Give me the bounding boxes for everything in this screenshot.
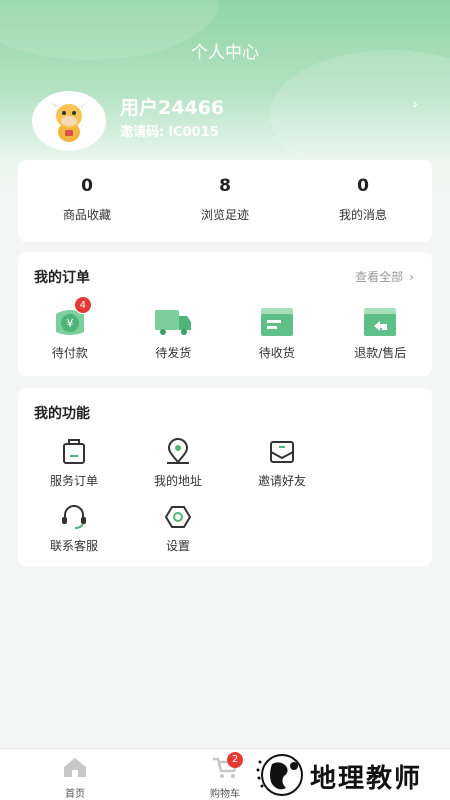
stat-value: 0 [81, 176, 93, 196]
func-service-orders[interactable]: 服务订单 [26, 438, 122, 489]
package-icon [257, 304, 297, 338]
stat-messages[interactable]: 0 我的消息 [294, 160, 432, 242]
avatar[interactable] [32, 91, 106, 151]
func-label: 设置 [165, 539, 190, 553]
func-settings[interactable]: 设置 [130, 503, 226, 554]
func-customer-service[interactable]: 联系客服 [26, 503, 122, 554]
stat-label: 浏览足迹 [200, 208, 249, 222]
order-label: 待收货 [258, 346, 295, 360]
truck-icon [153, 304, 193, 338]
functions-card: 我的功能 服务订单 我的地址 邀请好友 联系客服 设置 [18, 388, 432, 566]
order-pending-receipt[interactable]: 待收货 [225, 304, 329, 361]
stat-label: 我的消息 [338, 208, 387, 222]
tab-cart[interactable]: 2 购物车 [195, 752, 255, 800]
order-pending-payment[interactable]: ¥ 4 待付款 [18, 296, 122, 361]
svg-text:¥: ¥ [66, 317, 73, 330]
page-title: 个人中心 [191, 43, 259, 63]
home-icon [64, 758, 86, 777]
tab-home[interactable]: 首页 [45, 755, 105, 800]
invite-code-value: IC0015 [168, 125, 219, 140]
cart-badge: 2 [227, 752, 243, 768]
invite-code-row: 邀请码: IC0015 [120, 121, 219, 140]
stat-label: 商品收藏 [62, 208, 111, 222]
order-label: 退款/售后 [354, 346, 407, 360]
chevron-right-icon: › [409, 270, 414, 284]
location-icon [163, 438, 193, 466]
watermark-text: 地理教师 [310, 764, 423, 794]
see-all-orders-link[interactable]: 查看全部 › [355, 268, 414, 285]
stat-favorites[interactable]: 0 商品收藏 [18, 160, 156, 242]
username: 用户24466 [120, 97, 225, 119]
settings-icon [163, 503, 193, 531]
cow-mascot-icon [50, 102, 88, 142]
stat-value: 0 [357, 176, 369, 196]
pending-payment-badge: 4 [73, 296, 92, 314]
functions-title: 我的功能 [34, 406, 90, 422]
watermark: 地理教师 [250, 752, 450, 798]
orders-card: 我的订单 查看全部 › ¥ 4 待付款 待发货 待收货 退款/售后 [18, 252, 432, 376]
order-refund[interactable]: 退款/售后 [329, 304, 433, 361]
stats-card: 0 商品收藏 8 浏览足迹 0 我的消息 [18, 160, 432, 242]
stat-value: 8 [219, 176, 231, 196]
see-all-label: 查看全部 [355, 270, 404, 284]
globe-logo-icon [256, 754, 303, 796]
profile-chevron-right-icon[interactable]: › [412, 94, 418, 113]
order-label: 待发货 [155, 346, 192, 360]
wallet-icon: ¥ 4 [50, 296, 92, 338]
invite-mail-icon [267, 438, 297, 466]
func-invite-friends[interactable]: 邀请好友 [234, 438, 330, 489]
func-label: 我的地址 [153, 474, 202, 488]
tab-label: 购物车 [210, 789, 240, 800]
order-pending-shipment[interactable]: 待发货 [122, 304, 226, 361]
service-order-icon [59, 438, 89, 466]
headset-icon [59, 503, 89, 531]
func-label: 联系客服 [49, 539, 98, 553]
orders-title: 我的订单 [34, 270, 90, 286]
invite-code-label: 邀请码: [120, 125, 165, 140]
tab-label: 首页 [65, 789, 85, 800]
refund-icon [360, 304, 400, 338]
order-label: 待付款 [51, 346, 88, 360]
func-my-address[interactable]: 我的地址 [130, 438, 226, 489]
stat-history[interactable]: 8 浏览足迹 [156, 160, 294, 242]
func-label: 服务订单 [49, 474, 98, 488]
func-label: 邀请好友 [257, 474, 306, 488]
